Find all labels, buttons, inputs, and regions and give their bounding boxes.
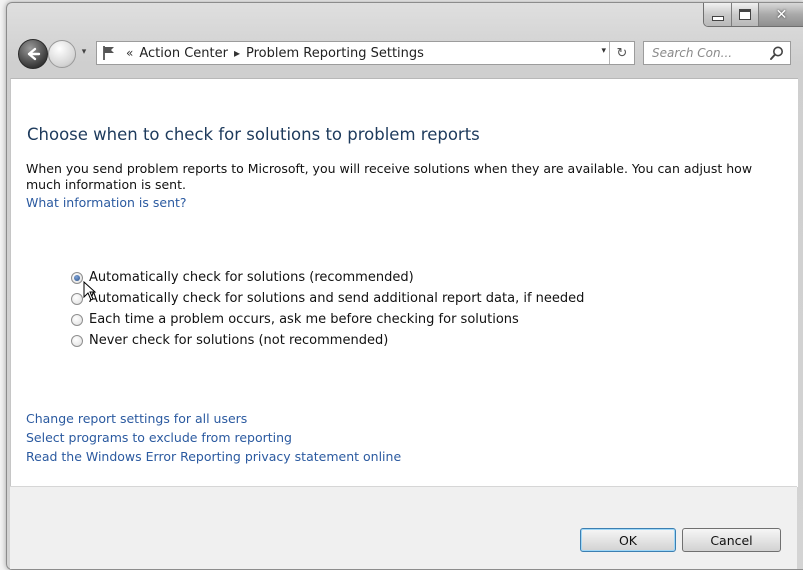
address-bar[interactable]: « Action Center ▸ Problem Reporting Sett… xyxy=(96,41,635,65)
close-button[interactable]: ✕ xyxy=(759,3,803,26)
forward-button[interactable] xyxy=(48,40,76,68)
search-icon[interactable] xyxy=(769,45,785,61)
breadcrumb-separator-icon[interactable]: ▸ xyxy=(234,46,240,60)
page-title: Choose when to check for solutions to pr… xyxy=(27,125,480,144)
minimize-icon xyxy=(711,16,724,21)
maximize-icon xyxy=(739,9,751,20)
back-button[interactable] xyxy=(18,39,48,69)
recent-pages-dropdown[interactable]: ▾ xyxy=(78,45,90,59)
related-links: Change report settings for all users Sel… xyxy=(26,409,401,466)
ok-button[interactable]: OK xyxy=(580,528,676,552)
close-icon: ✕ xyxy=(775,6,788,23)
refresh-button[interactable]: ↻ xyxy=(609,42,634,64)
option-auto-check-send-data[interactable]: Automatically check for solutions and se… xyxy=(71,288,584,309)
solution-options-group: Automatically check for solutions (recom… xyxy=(71,267,584,351)
mouse-pointer-icon xyxy=(83,281,97,301)
what-information-link[interactable]: What information is sent? xyxy=(26,195,187,210)
radio-auto-check-send-data[interactable] xyxy=(71,292,83,305)
radio-auto-check[interactable] xyxy=(71,271,83,284)
option-label: Automatically check for solutions and se… xyxy=(89,291,585,306)
caption-buttons: ✕ xyxy=(703,3,803,27)
option-label: Each time a problem occurs, ask me befor… xyxy=(89,312,519,327)
maximize-button[interactable] xyxy=(732,3,759,26)
change-settings-all-users-link[interactable]: Change report settings for all users xyxy=(26,409,401,428)
exclude-programs-link[interactable]: Select programs to exclude from reportin… xyxy=(26,428,401,447)
action-center-flag-icon xyxy=(103,46,114,60)
cancel-button[interactable]: Cancel xyxy=(682,528,781,552)
search-placeholder: Search Con... xyxy=(652,46,733,60)
option-never-check[interactable]: Never check for solutions (not recommend… xyxy=(71,330,584,351)
back-arrow-icon xyxy=(27,47,41,61)
privacy-statement-link[interactable]: Read the Windows Error Reporting privacy… xyxy=(26,447,401,466)
content-pane: Choose when to check for solutions to pr… xyxy=(10,78,798,487)
intro-text: When you send problem reports to Microso… xyxy=(26,161,753,192)
breadcrumb-action-center[interactable]: Action Center xyxy=(139,46,228,61)
dialog-footer: OK Cancel xyxy=(10,486,797,569)
radio-ask-before-checking[interactable] xyxy=(71,313,83,326)
option-auto-check[interactable]: Automatically check for solutions (recom… xyxy=(71,267,584,288)
option-ask-before-checking[interactable]: Each time a problem occurs, ask me befor… xyxy=(71,309,584,330)
breadcrumb-problem-reporting-settings[interactable]: Problem Reporting Settings xyxy=(246,46,424,61)
breadcrumb-overflow-icon[interactable]: « xyxy=(126,46,133,60)
search-input[interactable]: Search Con... xyxy=(643,41,791,65)
address-dropdown-icon[interactable]: ▾ xyxy=(601,46,606,56)
minimize-button[interactable] xyxy=(704,3,732,26)
radio-never-check[interactable] xyxy=(71,334,83,347)
navigation-bar: ▾ « Action Center ▸ Problem Reporting Se… xyxy=(10,34,797,74)
refresh-icon: ↻ xyxy=(616,45,628,61)
option-label: Never check for solutions (not recommend… xyxy=(89,333,389,348)
option-label: Automatically check for solutions (recom… xyxy=(89,270,414,285)
